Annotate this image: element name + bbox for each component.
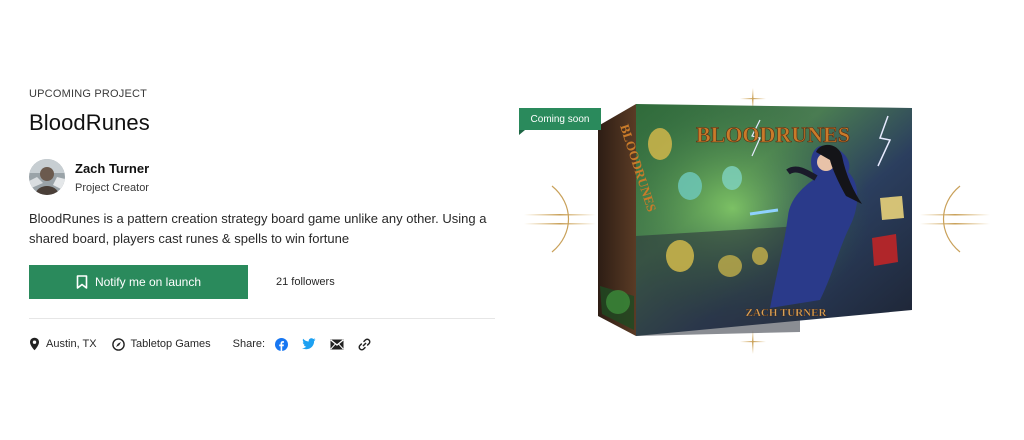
avatar[interactable]	[29, 159, 65, 195]
creator-block[interactable]: Zach Turner Project Creator	[29, 159, 495, 195]
share-label: Share:	[232, 338, 266, 350]
copy-link-button[interactable]	[358, 338, 371, 351]
category-text: Tabletop Games	[130, 338, 211, 350]
box-author: ZACH TURNER	[746, 307, 828, 319]
upcoming-label: UPCOMING PROJECT	[29, 88, 148, 100]
project-title: BloodRunes	[29, 110, 150, 135]
divider	[29, 318, 495, 319]
share-facebook-button[interactable]	[275, 337, 289, 351]
creator-name[interactable]: Zach Turner	[75, 161, 149, 176]
location-link[interactable]: Austin, TX	[29, 337, 97, 351]
project-description: BloodRunes is a pattern creation strateg…	[29, 211, 487, 246]
share-twitter-button[interactable]	[302, 338, 316, 350]
location-text: Austin, TX	[46, 338, 97, 350]
mail-icon	[330, 338, 344, 349]
followers-count: 21 followers	[276, 276, 335, 288]
compass-icon	[111, 337, 125, 351]
box-title: BLOODRUNES	[696, 122, 850, 147]
facebook-icon	[275, 337, 289, 351]
category-link[interactable]: Tabletop Games	[111, 337, 211, 351]
project-meta: Austin, TX Tabletop Games Share:	[29, 337, 495, 351]
coming-soon-badge: Coming soon	[519, 108, 601, 130]
bookmark-icon	[76, 275, 88, 289]
project-info: UPCOMING PROJECT BloodRunes Zach Turner …	[29, 88, 495, 351]
share-email-button[interactable]	[330, 338, 344, 350]
notify-me-button[interactable]: Notify me on launch	[29, 265, 248, 299]
link-icon	[358, 338, 371, 350]
twitter-icon	[302, 338, 316, 350]
badge-tail	[519, 130, 525, 135]
notify-label: Notify me on launch	[94, 275, 202, 289]
creator-role: Project Creator	[75, 181, 149, 194]
location-pin-icon	[30, 337, 39, 351]
